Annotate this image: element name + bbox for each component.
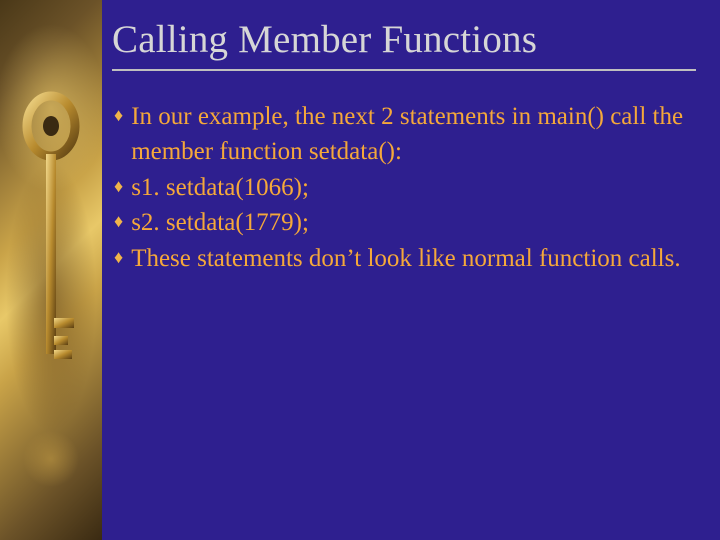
list-item: ♦ These statements don’t look like norma… — [114, 241, 696, 277]
bullet-text: These statements don’t look like normal … — [131, 241, 696, 277]
key-icon — [21, 88, 81, 408]
list-item: ♦ In our example, the next 2 statements … — [114, 99, 696, 170]
decorative-sidebar — [0, 0, 102, 540]
bullet-text: s2. setdata(1779); — [131, 205, 696, 241]
list-item: ♦ s1. setdata(1066); — [114, 170, 696, 206]
bullet-icon: ♦ — [114, 170, 123, 202]
bullet-icon: ♦ — [114, 205, 123, 237]
bullet-icon: ♦ — [114, 99, 123, 131]
list-item: ♦ s2. setdata(1779); — [114, 205, 696, 241]
bullet-text: s1. setdata(1066); — [131, 170, 696, 206]
bullet-icon: ♦ — [114, 241, 123, 273]
slide-content: Calling Member Functions ♦ In our exampl… — [102, 0, 720, 540]
bullet-list: ♦ In our example, the next 2 statements … — [112, 99, 696, 277]
slide-title: Calling Member Functions — [112, 18, 696, 63]
title-divider — [112, 69, 696, 71]
bullet-text: In our example, the next 2 statements in… — [131, 99, 696, 170]
